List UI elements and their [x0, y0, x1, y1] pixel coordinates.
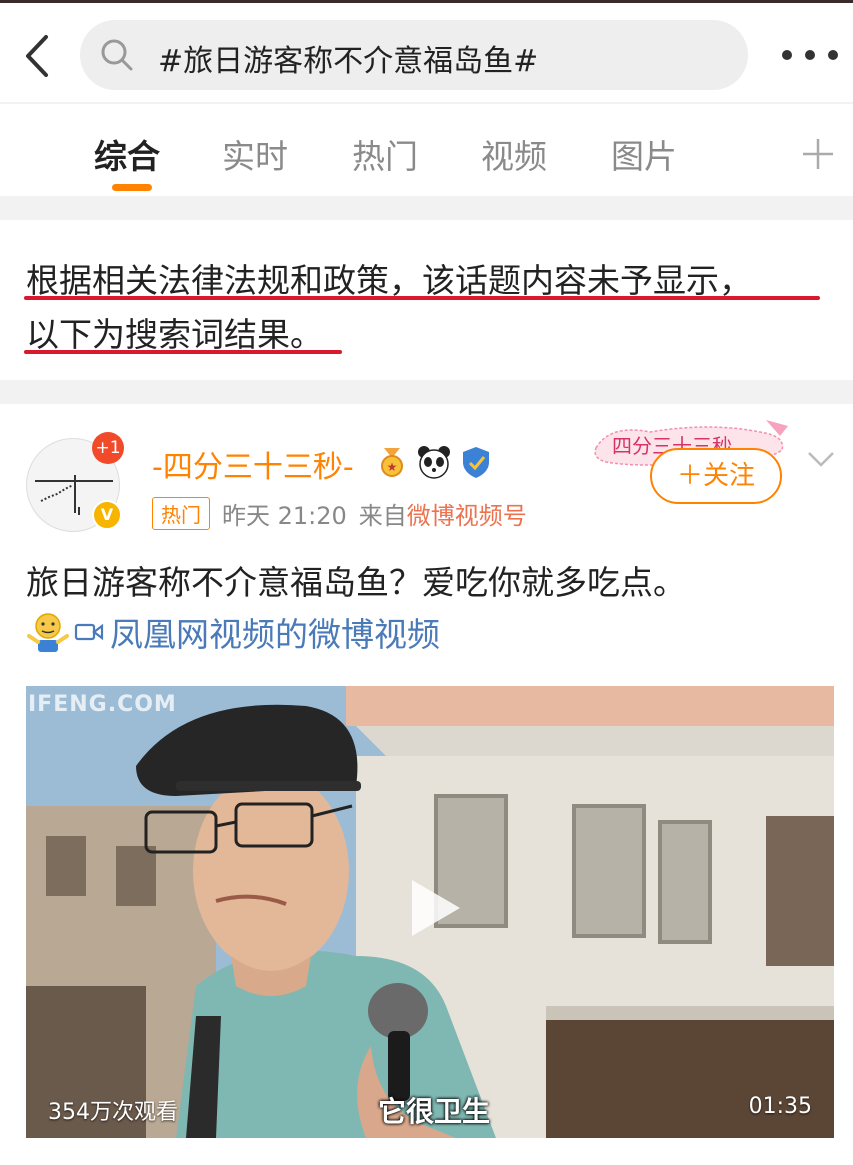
post-text: 旅日游客称不介意福岛鱼？爱吃你就多吃点。 — [26, 563, 686, 602]
panda-icon — [418, 446, 450, 479]
tab-video[interactable]: 视频 — [481, 130, 547, 178]
tab-bar: 综合 实时 热门 视频 图片 — [0, 104, 853, 196]
add-tab-icon[interactable] — [800, 136, 836, 172]
shield-badge-icon — [463, 447, 489, 478]
username[interactable]: -四分三十三秒- — [152, 442, 354, 486]
video-link-text[interactable]: 凤凰网视频的微博视频 — [110, 608, 440, 656]
hot-tag: 热门 — [152, 497, 210, 530]
verified-badge-icon: V — [92, 500, 122, 530]
follow-button[interactable]: ＋关注 — [650, 448, 782, 504]
notice-line-2: 以下为搜索词结果。 — [26, 315, 323, 354]
source-link[interactable]: 微博视频号 — [407, 502, 527, 530]
view-count: 354万次观看 — [48, 1100, 178, 1125]
tab-images[interactable]: 图片 — [611, 130, 677, 178]
search-icon — [101, 39, 133, 71]
user-badges: ★ — [374, 444, 494, 480]
search-bar[interactable]: #旅日游客称不介意福岛鱼# — [80, 20, 748, 90]
notification-badge: +1 — [92, 432, 124, 464]
red-underline — [24, 350, 342, 354]
medal-icon: ★ — [381, 448, 403, 477]
chevron-down-icon[interactable] — [806, 448, 836, 470]
back-arrow-icon[interactable] — [18, 31, 58, 81]
svg-text:★: ★ — [387, 460, 398, 474]
tab-comprehensive[interactable]: 综合 — [94, 130, 160, 178]
notice-line-1: 根据相关法律法规和政策，该话题内容未予显示， — [26, 261, 752, 300]
active-tab-indicator — [112, 184, 152, 191]
post-meta: 热门 昨天 21:20 来自微博视频号 — [152, 496, 527, 531]
play-icon[interactable] — [404, 876, 464, 940]
more-options-icon[interactable] — [782, 43, 838, 67]
search-query[interactable]: #旅日游客称不介意福岛鱼# — [158, 36, 538, 80]
post-source: 来自微博视频号 — [358, 502, 527, 530]
top-bar: #旅日游客称不介意福岛鱼# — [0, 0, 853, 102]
video-link[interactable]: 凤凰网视频的微博视频 — [26, 608, 440, 656]
tab-hot[interactable]: 热门 — [352, 130, 418, 178]
weibo-post: +1 V -四分三十三秒- ★ 热门 昨天 21:20 来自微博视频号 四分三十… — [0, 404, 853, 1165]
divider — [0, 380, 853, 404]
post-time: 昨天 21:20 — [222, 502, 347, 530]
video-watermark: IFENG.COM — [28, 692, 177, 717]
video-duration: 01:35 — [748, 1094, 812, 1119]
divider — [0, 196, 853, 220]
tab-realtime[interactable]: 实时 — [222, 130, 288, 178]
red-underline — [24, 296, 820, 300]
video-player[interactable]: IFENG.COM 354万次观看 它很卫生 01:35 — [26, 686, 834, 1138]
censorship-notice: 根据相关法律法规和政策，该话题内容未予显示， 以下为搜索词结果。 — [0, 220, 853, 380]
video-subtitle: 它很卫生 — [378, 1095, 491, 1128]
shrug-emoji-icon — [27, 613, 69, 652]
video-camera-icon — [74, 623, 104, 641]
